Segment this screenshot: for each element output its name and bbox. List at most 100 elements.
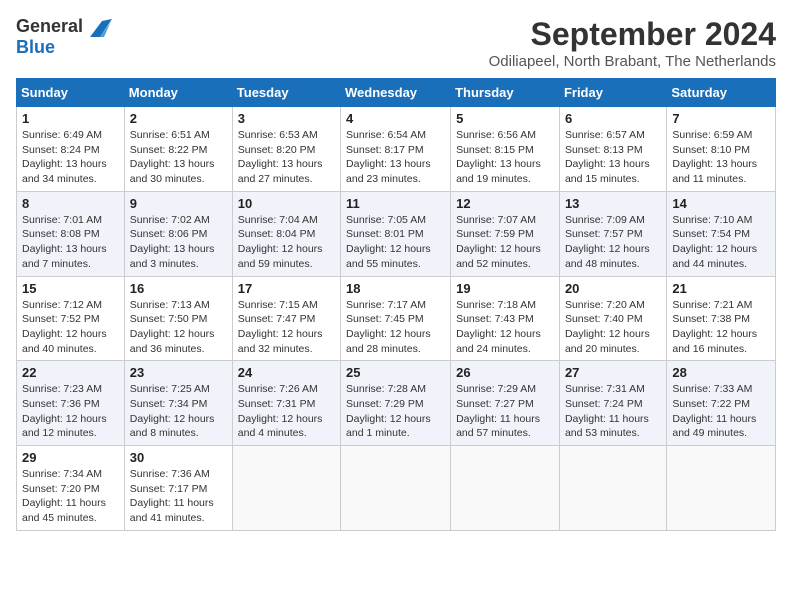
- calendar-cell: 7Sunrise: 6:59 AMSunset: 8:10 PMDaylight…: [667, 107, 776, 192]
- calendar-cell: 23 Sunrise: 7:25 AMSunset: 7:34 PMDayligh…: [124, 361, 232, 446]
- day-detail: Sunrise: 7:20 AMSunset: 7:40 PMDaylight:…: [565, 298, 661, 357]
- calendar-cell: 5Sunrise: 6:56 AMSunset: 8:15 PMDaylight…: [451, 107, 560, 192]
- day-detail: Sunrise: 7:13 AMSunset: 7:50 PMDaylight:…: [130, 298, 227, 357]
- calendar-cell: 29 Sunrise: 7:34 AMSunset: 7:20 PMDayligh…: [17, 446, 125, 531]
- day-detail: Sunrise: 7:25 AMSunset: 7:34 PMDaylight:…: [130, 382, 227, 441]
- calendar-header-row: SundayMondayTuesdayWednesdayThursdayFrid…: [17, 79, 776, 107]
- day-detail: Sunrise: 7:34 AMSunset: 7:20 PMDaylight:…: [22, 467, 119, 526]
- calendar-cell: 16 Sunrise: 7:13 AMSunset: 7:50 PMDayligh…: [124, 276, 232, 361]
- calendar-cell: 24 Sunrise: 7:26 AMSunset: 7:31 PMDayligh…: [232, 361, 340, 446]
- day-number: 4: [346, 111, 445, 126]
- calendar-cell: 26Sunrise: 7:29 AMSunset: 7:27 PMDayligh…: [451, 361, 560, 446]
- day-detail: Sunrise: 7:21 AMSunset: 7:38 PMDaylight:…: [672, 298, 770, 357]
- calendar-cell: 20 Sunrise: 7:20 AMSunset: 7:40 PMDayligh…: [559, 276, 666, 361]
- day-number: 16: [130, 281, 227, 296]
- day-number: 10: [238, 196, 335, 211]
- logo-bird-icon: [90, 19, 112, 37]
- day-detail: Sunrise: 7:07 AMSunset: 7:59 PMDaylight:…: [456, 213, 554, 272]
- calendar-cell: 4 Sunrise: 6:54 AMSunset: 8:17 PMDaylight…: [341, 107, 451, 192]
- logo: General Blue: [16, 16, 112, 58]
- day-number: 25: [346, 365, 445, 380]
- day-number: 28: [672, 365, 770, 380]
- day-number: 8: [22, 196, 119, 211]
- calendar-cell: 10 Sunrise: 7:04 AMSunset: 8:04 PMDayligh…: [232, 191, 340, 276]
- title-area: September 2024 Odiliapeel, North Brabant…: [489, 16, 776, 70]
- day-detail: Sunrise: 6:54 AMSunset: 8:17 PMDaylight:…: [346, 128, 445, 187]
- calendar-week-5: 29 Sunrise: 7:34 AMSunset: 7:20 PMDayligh…: [17, 446, 776, 531]
- day-detail: Sunrise: 7:29 AMSunset: 7:27 PMDaylight:…: [456, 382, 554, 441]
- day-detail: Sunrise: 7:10 AMSunset: 7:54 PMDaylight:…: [672, 213, 770, 272]
- calendar-cell: 28 Sunrise: 7:33 AMSunset: 7:22 PMDayligh…: [667, 361, 776, 446]
- day-number: 18: [346, 281, 445, 296]
- day-number: 3: [238, 111, 335, 126]
- weekday-header-friday: Friday: [559, 79, 666, 107]
- calendar-week-2: 8 Sunrise: 7:01 AMSunset: 8:08 PMDaylight…: [17, 191, 776, 276]
- month-title: September 2024: [489, 16, 776, 53]
- logo-general-text: General: [16, 16, 112, 37]
- day-number: 29: [22, 450, 119, 465]
- weekday-header-tuesday: Tuesday: [232, 79, 340, 107]
- calendar-cell: 11 Sunrise: 7:05 AMSunset: 8:01 PMDayligh…: [341, 191, 451, 276]
- day-detail: Sunrise: 7:18 AMSunset: 7:43 PMDaylight:…: [456, 298, 554, 357]
- day-detail: Sunrise: 7:04 AMSunset: 8:04 PMDaylight:…: [238, 213, 335, 272]
- calendar-cell: 2 Sunrise: 6:51 AMSunset: 8:22 PMDaylight…: [124, 107, 232, 192]
- day-detail: Sunrise: 7:26 AMSunset: 7:31 PMDaylight:…: [238, 382, 335, 441]
- weekday-header-monday: Monday: [124, 79, 232, 107]
- calendar-cell: 1Sunrise: 6:49 AMSunset: 8:24 PMDaylight…: [17, 107, 125, 192]
- day-detail: Sunrise: 6:53 AMSunset: 8:20 PMDaylight:…: [238, 128, 335, 187]
- calendar-cell: 13 Sunrise: 7:09 AMSunset: 7:57 PMDayligh…: [559, 191, 666, 276]
- day-detail: Sunrise: 7:17 AMSunset: 7:45 PMDaylight:…: [346, 298, 445, 357]
- calendar-cell: [232, 446, 340, 531]
- day-number: 30: [130, 450, 227, 465]
- day-detail: Sunrise: 7:09 AMSunset: 7:57 PMDaylight:…: [565, 213, 661, 272]
- day-detail: Sunrise: 7:01 AMSunset: 8:08 PMDaylight:…: [22, 213, 119, 272]
- day-detail: Sunrise: 7:15 AMSunset: 7:47 PMDaylight:…: [238, 298, 335, 357]
- calendar-cell: 19 Sunrise: 7:18 AMSunset: 7:43 PMDayligh…: [451, 276, 560, 361]
- day-number: 13: [565, 196, 661, 211]
- day-detail: Sunrise: 7:33 AMSunset: 7:22 PMDaylight:…: [672, 382, 770, 441]
- day-detail: Sunrise: 6:56 AMSunset: 8:15 PMDaylight:…: [456, 128, 554, 187]
- day-detail: Sunrise: 6:57 AMSunset: 8:13 PMDaylight:…: [565, 128, 661, 187]
- calendar-cell: [451, 446, 560, 531]
- day-number: 14: [672, 196, 770, 211]
- calendar-cell: 8 Sunrise: 7:01 AMSunset: 8:08 PMDaylight…: [17, 191, 125, 276]
- calendar-cell: 17 Sunrise: 7:15 AMSunset: 7:47 PMDayligh…: [232, 276, 340, 361]
- calendar-cell: 25Sunrise: 7:28 AMSunset: 7:29 PMDayligh…: [341, 361, 451, 446]
- day-number: 17: [238, 281, 335, 296]
- day-number: 27: [565, 365, 661, 380]
- day-number: 12: [456, 196, 554, 211]
- calendar-cell: 6Sunrise: 6:57 AMSunset: 8:13 PMDaylight…: [559, 107, 666, 192]
- calendar-table: SundayMondayTuesdayWednesdayThursdayFrid…: [16, 78, 776, 531]
- day-detail: Sunrise: 7:02 AMSunset: 8:06 PMDaylight:…: [130, 213, 227, 272]
- page-header: General Blue September 2024 Odiliapeel, …: [16, 16, 776, 70]
- day-detail: Sunrise: 6:51 AMSunset: 8:22 PMDaylight:…: [130, 128, 227, 187]
- day-number: 9: [130, 196, 227, 211]
- calendar-cell: 14 Sunrise: 7:10 AMSunset: 7:54 PMDayligh…: [667, 191, 776, 276]
- calendar-week-1: 1Sunrise: 6:49 AMSunset: 8:24 PMDaylight…: [17, 107, 776, 192]
- calendar-cell: 12 Sunrise: 7:07 AMSunset: 7:59 PMDayligh…: [451, 191, 560, 276]
- weekday-header-sunday: Sunday: [17, 79, 125, 107]
- calendar-cell: 21Sunrise: 7:21 AMSunset: 7:38 PMDayligh…: [667, 276, 776, 361]
- day-number: 22: [22, 365, 119, 380]
- day-number: 19: [456, 281, 554, 296]
- day-number: 23: [130, 365, 227, 380]
- day-detail: Sunrise: 6:49 AMSunset: 8:24 PMDaylight:…: [22, 128, 119, 187]
- location-subtitle: Odiliapeel, North Brabant, The Netherlan…: [489, 53, 776, 70]
- day-number: 11: [346, 196, 445, 211]
- calendar-cell: [667, 446, 776, 531]
- day-number: 20: [565, 281, 661, 296]
- calendar-cell: [341, 446, 451, 531]
- calendar-cell: 30 Sunrise: 7:36 AMSunset: 7:17 PMDayligh…: [124, 446, 232, 531]
- day-detail: Sunrise: 7:36 AMSunset: 7:17 PMDaylight:…: [130, 467, 227, 526]
- calendar-cell: 18 Sunrise: 7:17 AMSunset: 7:45 PMDayligh…: [341, 276, 451, 361]
- day-number: 15: [22, 281, 119, 296]
- day-detail: Sunrise: 7:05 AMSunset: 8:01 PMDaylight:…: [346, 213, 445, 272]
- day-detail: Sunrise: 7:31 AMSunset: 7:24 PMDaylight:…: [565, 382, 661, 441]
- day-number: 2: [130, 111, 227, 126]
- calendar-cell: 9 Sunrise: 7:02 AMSunset: 8:06 PMDaylight…: [124, 191, 232, 276]
- weekday-header-wednesday: Wednesday: [341, 79, 451, 107]
- calendar-cell: 22Sunrise: 7:23 AMSunset: 7:36 PMDayligh…: [17, 361, 125, 446]
- weekday-header-thursday: Thursday: [451, 79, 560, 107]
- weekday-header-saturday: Saturday: [667, 79, 776, 107]
- day-number: 24: [238, 365, 335, 380]
